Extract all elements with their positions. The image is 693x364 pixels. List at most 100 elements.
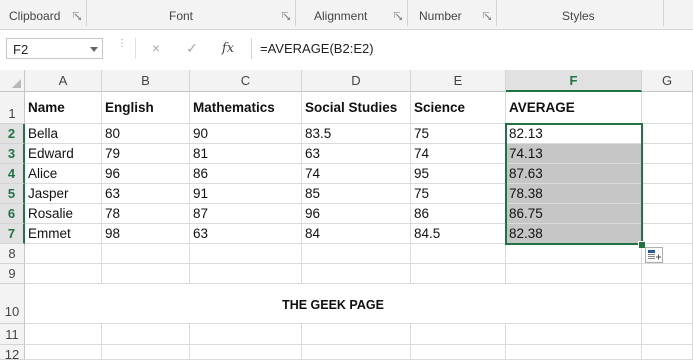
data-cell[interactable]: 84.5: [411, 224, 506, 244]
empty-cell[interactable]: [642, 184, 693, 204]
data-cell[interactable]: Rosalie: [25, 204, 102, 224]
empty-cell[interactable]: [25, 264, 102, 284]
empty-cell[interactable]: [411, 345, 506, 360]
empty-cell[interactable]: [102, 244, 190, 264]
data-cell[interactable]: 96: [102, 164, 190, 184]
empty-cell[interactable]: [302, 244, 411, 264]
empty-cell[interactable]: [642, 124, 693, 144]
empty-cell[interactable]: [506, 324, 642, 345]
header-cell-science[interactable]: Science: [411, 92, 506, 124]
header-cell-social-studies[interactable]: Social Studies: [302, 92, 411, 124]
empty-cell[interactable]: [302, 264, 411, 284]
empty-cell[interactable]: [190, 244, 302, 264]
empty-cell[interactable]: [411, 264, 506, 284]
column-header-d[interactable]: D: [302, 70, 411, 92]
empty-cell[interactable]: [642, 204, 693, 224]
data-cell[interactable]: 84: [302, 224, 411, 244]
average-cell[interactable]: 82.38: [506, 224, 642, 244]
empty-cell[interactable]: [642, 92, 693, 124]
data-cell[interactable]: 86: [190, 164, 302, 184]
data-cell[interactable]: 85: [302, 184, 411, 204]
column-header-a[interactable]: A: [25, 70, 102, 92]
empty-cell[interactable]: [506, 244, 642, 264]
quick-analysis-icon[interactable]: [645, 247, 663, 263]
data-cell[interactable]: 83.5: [302, 124, 411, 144]
data-cell[interactable]: Edward: [25, 144, 102, 164]
drag-handle-icon[interactable]: ⋮: [117, 39, 127, 56]
data-cell[interactable]: Bella: [25, 124, 102, 144]
data-cell[interactable]: 91: [190, 184, 302, 204]
average-cell[interactable]: 74.13: [506, 144, 642, 164]
empty-cell[interactable]: [506, 264, 642, 284]
data-cell[interactable]: 96: [302, 204, 411, 224]
column-header-b[interactable]: B: [102, 70, 190, 92]
data-cell[interactable]: 75: [411, 184, 506, 204]
header-cell-mathematics[interactable]: Mathematics: [190, 92, 302, 124]
font-dialog-launcher-icon[interactable]: [282, 12, 290, 20]
empty-cell[interactable]: [411, 324, 506, 345]
empty-cell[interactable]: [642, 264, 693, 284]
data-cell[interactable]: 63: [102, 184, 190, 204]
cancel-icon[interactable]: ×: [144, 38, 168, 59]
average-cell[interactable]: 82.13: [506, 124, 642, 144]
data-cell[interactable]: 90: [190, 124, 302, 144]
row-header-8[interactable]: 8: [0, 244, 25, 264]
data-cell[interactable]: 74: [302, 164, 411, 184]
header-cell-english[interactable]: English: [102, 92, 190, 124]
empty-cell[interactable]: [411, 244, 506, 264]
empty-cell[interactable]: [102, 345, 190, 360]
empty-cell[interactable]: [190, 345, 302, 360]
column-header-f[interactable]: F: [506, 70, 642, 92]
header-cell-name[interactable]: Name: [25, 92, 102, 124]
empty-cell[interactable]: [302, 345, 411, 360]
insert-function-icon[interactable]: fx: [216, 38, 240, 59]
empty-cell[interactable]: [190, 264, 302, 284]
row-header-5[interactable]: 5: [0, 184, 25, 204]
empty-cell[interactable]: [102, 264, 190, 284]
row-header-1[interactable]: 1: [0, 92, 25, 124]
row-header-12[interactable]: 12: [0, 345, 25, 362]
name-box-dropdown-icon[interactable]: [90, 47, 98, 52]
data-cell[interactable]: 98: [102, 224, 190, 244]
empty-cell[interactable]: [642, 345, 693, 360]
formula-input[interactable]: =AVERAGE(B2:E2): [251, 38, 693, 59]
clipboard-dialog-launcher-icon[interactable]: [73, 12, 81, 20]
data-cell[interactable]: Jasper: [25, 184, 102, 204]
alignment-dialog-launcher-icon[interactable]: [394, 12, 402, 20]
empty-cell[interactable]: [302, 324, 411, 345]
empty-cell[interactable]: [506, 345, 642, 360]
enter-icon[interactable]: ✓: [180, 38, 204, 59]
data-cell[interactable]: 63: [190, 224, 302, 244]
select-all-button[interactable]: [0, 70, 25, 92]
row-header-6[interactable]: 6: [0, 204, 25, 224]
row-header-11[interactable]: 11: [0, 324, 25, 345]
data-cell[interactable]: 74: [411, 144, 506, 164]
data-cell[interactable]: 86: [411, 204, 506, 224]
data-cell[interactable]: Alice: [25, 164, 102, 184]
column-header-c[interactable]: C: [190, 70, 302, 92]
empty-cell[interactable]: [642, 144, 693, 164]
header-cell-average[interactable]: AVERAGE: [506, 92, 642, 124]
average-cell[interactable]: 86.75: [506, 204, 642, 224]
column-header-g[interactable]: G: [642, 70, 693, 92]
empty-cell[interactable]: [642, 324, 693, 345]
data-cell[interactable]: 63: [302, 144, 411, 164]
average-cell[interactable]: 78.38: [506, 184, 642, 204]
empty-cell[interactable]: [25, 324, 102, 345]
row-header-9[interactable]: 9: [0, 264, 25, 284]
data-cell[interactable]: 95: [411, 164, 506, 184]
data-cell[interactable]: 80: [102, 124, 190, 144]
row-header-4[interactable]: 4: [0, 164, 25, 184]
data-cell[interactable]: 75: [411, 124, 506, 144]
empty-cell[interactable]: [102, 324, 190, 345]
data-cell[interactable]: 78: [102, 204, 190, 224]
data-cell[interactable]: 79: [102, 144, 190, 164]
row-header-2[interactable]: 2: [0, 124, 25, 144]
row-header-10[interactable]: 10: [0, 284, 25, 324]
empty-cell[interactable]: [642, 224, 693, 244]
row-header-3[interactable]: 3: [0, 144, 25, 164]
number-dialog-launcher-icon[interactable]: [483, 12, 491, 20]
row-header-7[interactable]: 7: [0, 224, 25, 244]
data-cell[interactable]: 87: [190, 204, 302, 224]
empty-cell[interactable]: [642, 164, 693, 184]
